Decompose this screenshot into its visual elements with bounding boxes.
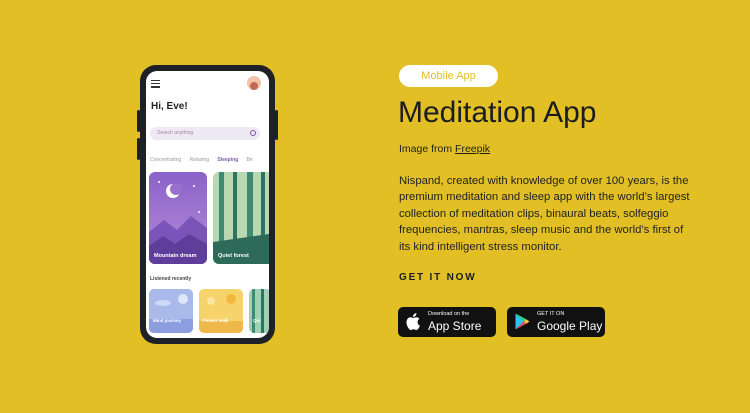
tab-be: Be [246, 157, 253, 163]
get-it-now-heading: GET IT NOW [399, 272, 477, 283]
app-store-small-text: Download on the [428, 311, 470, 317]
tab-relaxing: Relaxing [189, 157, 209, 163]
tab-sleeping: Sleeping [217, 157, 239, 163]
mountain-illustration [149, 172, 207, 264]
google-play-icon [515, 313, 530, 330]
image-credit: Image from Freepik [399, 143, 490, 155]
freepik-link[interactable]: Freepik [455, 143, 490, 155]
description: Nispand, created with knowledge of over … [399, 175, 690, 253]
search-input: Search anything [150, 127, 260, 140]
phone-power-button [275, 110, 278, 140]
google-play-button[interactable]: GET IT ON Google Play [507, 307, 605, 337]
sky-illustration [149, 289, 193, 333]
recent-quiet: Qui [249, 289, 269, 333]
search-icon [250, 130, 256, 136]
forest-illustration [249, 289, 269, 333]
menu-icon [151, 80, 160, 90]
phone-mockup: Hi, Eve! Search anything Concentrating R… [137, 65, 278, 344]
card-label: Mountain dream [154, 253, 197, 259]
recent-mind-journey: Mind journey [149, 289, 193, 333]
credit-prefix: Image from [399, 143, 456, 155]
phone-screen: Hi, Eve! Search anything Concentrating R… [146, 71, 269, 338]
recent-label: Flower walk [203, 318, 229, 323]
card-quiet-forest: Quiet forest [213, 172, 269, 264]
recent-flower-walk: Flower walk [199, 289, 243, 333]
recent-label: Mind journey [153, 318, 181, 323]
app-store-big-text: App Store [428, 319, 482, 333]
category-tabs: Concentrating Relaxing Sleeping Be [150, 157, 269, 163]
apple-icon [406, 313, 420, 330]
app-store-button[interactable]: Download on the App Store [398, 307, 496, 337]
flower-illustration [199, 289, 243, 333]
phone-volume-button [137, 110, 140, 132]
page-title: Meditation App [398, 96, 597, 129]
phone-volume-button [137, 138, 140, 160]
card-mountain-dream: Mountain dream [149, 172, 207, 264]
search-placeholder: Search anything [157, 130, 194, 136]
google-play-small-text: GET IT ON [537, 311, 565, 317]
recent-label: Qui [253, 318, 261, 323]
avatar [247, 76, 261, 90]
card-label: Quiet forest [218, 253, 249, 259]
greeting: Hi, Eve! [151, 101, 188, 112]
forest-illustration [213, 172, 269, 264]
category-tag[interactable]: Mobile App [399, 65, 498, 87]
tab-concentrating: Concentrating [150, 157, 182, 163]
section-title: Listened recently [150, 276, 192, 282]
google-play-big-text: Google Play [537, 319, 603, 333]
